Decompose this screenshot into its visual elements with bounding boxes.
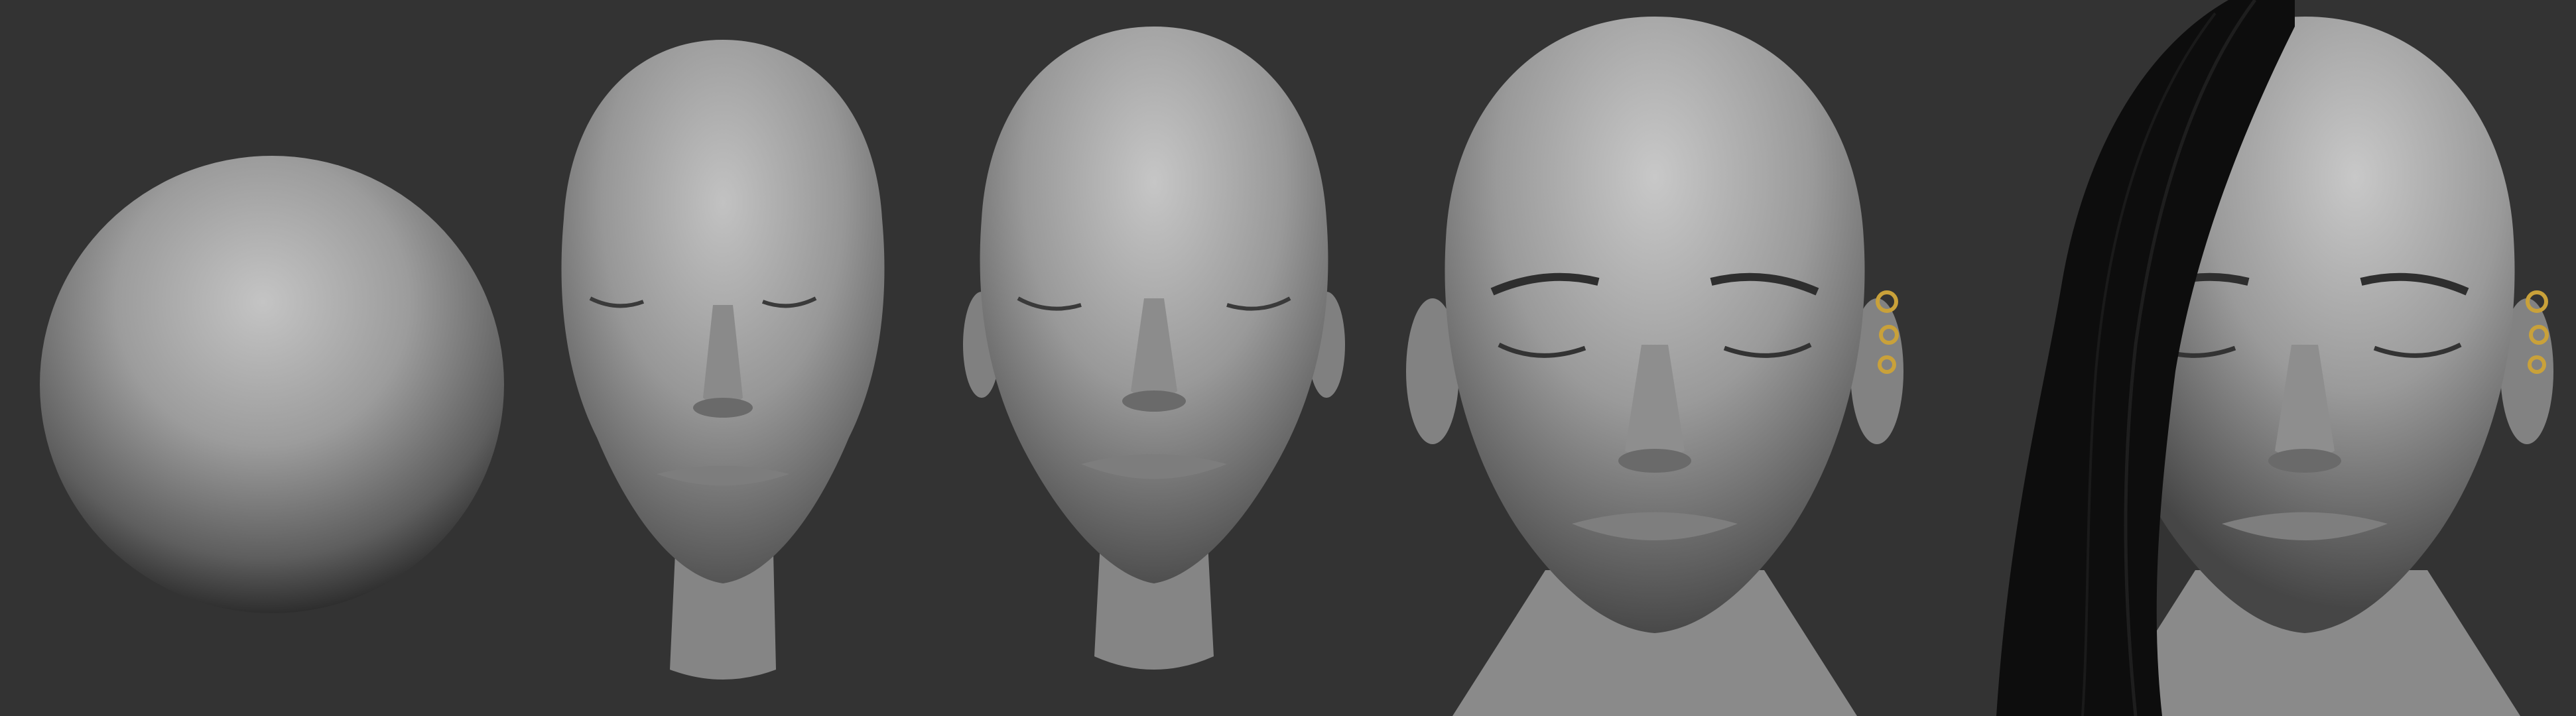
sphere-render <box>40 156 504 613</box>
stage-head-blockout <box>544 0 902 716</box>
head-refined-render <box>963 27 1345 670</box>
stage-head-detailed <box>1393 0 1917 716</box>
head-blockout-render <box>561 40 885 680</box>
stage-head-refined <box>955 0 1353 716</box>
head-final-render <box>1996 0 2553 716</box>
stage-sphere <box>27 0 517 716</box>
stage-head-final <box>1884 0 2576 716</box>
viewport-canvas <box>0 0 2576 716</box>
head-detailed-render <box>1406 17 1903 716</box>
